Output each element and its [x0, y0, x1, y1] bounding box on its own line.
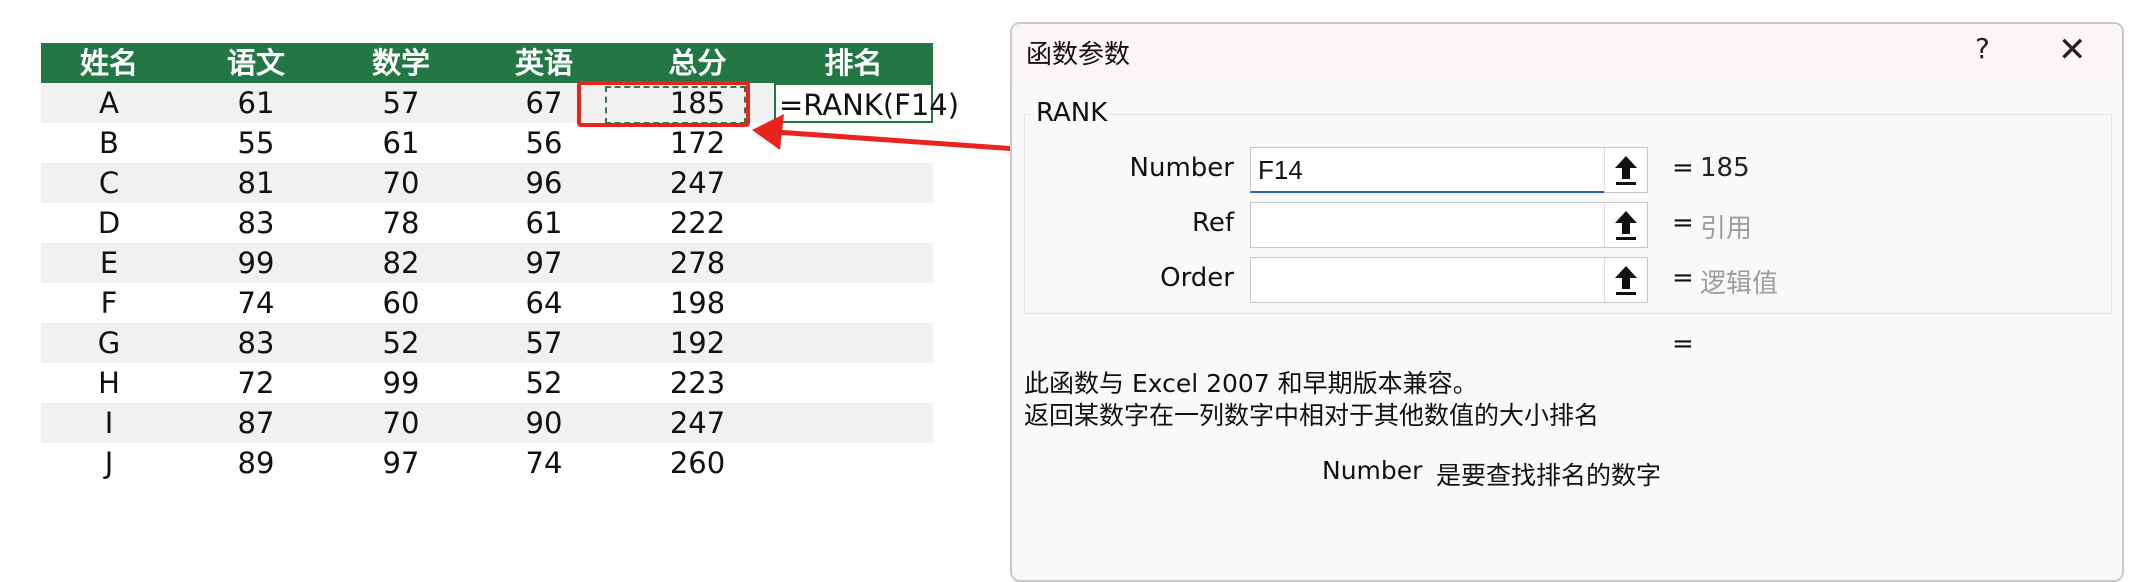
function-name-label: RANK [1034, 98, 1110, 128]
order-ref-button[interactable] [1604, 257, 1648, 303]
arg-result-number: 185 [1700, 153, 1750, 183]
cell[interactable]: 52 [335, 323, 467, 363]
cell[interactable]: 97 [335, 443, 467, 483]
dialog-titlebar[interactable]: 函数参数 ? ✕ [1012, 24, 2122, 84]
cell[interactable]: 99 [335, 363, 467, 403]
dialog-title: 函数参数 [1026, 40, 1131, 70]
cell[interactable]: 70 [335, 403, 467, 443]
cell[interactable]: I [41, 403, 177, 443]
param-help-name: Number [1322, 456, 1423, 485]
cell[interactable]: 247 [621, 163, 774, 203]
close-button[interactable]: ✕ [2058, 30, 2087, 70]
table-row: C 81 70 96 247 [41, 163, 933, 203]
cell[interactable]: 78 [335, 203, 467, 243]
arg-equals: = [1672, 153, 1694, 183]
header-total[interactable]: 总分 [621, 43, 774, 83]
cell[interactable]: 57 [335, 83, 467, 123]
cell[interactable]: 61 [467, 203, 621, 243]
cell[interactable]: A [41, 83, 177, 123]
cell[interactable]: 83 [177, 323, 335, 363]
spreadsheet-table: 姓名 语文 数学 英语 总分 排名 A 61 57 67 185 =RANK(F… [41, 43, 959, 483]
arg-result-ref: 引用 [1700, 214, 1753, 244]
function-description-line1: 此函数与 Excel 2007 和早期版本兼容。 [1024, 369, 1478, 398]
cell[interactable]: 74 [177, 283, 335, 323]
highlight-box [577, 81, 750, 127]
table-row: J 89 97 74 260 [41, 443, 933, 483]
number-ref-button[interactable] [1604, 147, 1648, 193]
cell[interactable]: 57 [467, 323, 621, 363]
cell[interactable]: F [41, 283, 177, 323]
table-row: E 99 82 97 278 [41, 243, 933, 283]
cell[interactable]: 72 [177, 363, 335, 403]
ref-input[interactable] [1250, 202, 1604, 248]
table-row: B 55 61 56 172 [41, 123, 933, 163]
cell[interactable]: E [41, 243, 177, 283]
cell[interactable]: 56 [467, 123, 621, 163]
table-row: A 61 57 67 185 =RANK(F14) [41, 83, 959, 123]
cell[interactable]: H [41, 363, 177, 403]
header-math[interactable]: 数学 [335, 43, 467, 83]
arg-label-order: Order [1160, 263, 1234, 293]
cell[interactable]: C [41, 163, 177, 203]
order-input[interactable] [1250, 257, 1604, 303]
cell[interactable]: 82 [335, 243, 467, 283]
cell[interactable]: J [41, 443, 177, 483]
cell[interactable]: 192 [621, 323, 774, 363]
ref-ref-button[interactable] [1604, 202, 1648, 248]
cell[interactable]: 222 [621, 203, 774, 243]
cell[interactable]: D [41, 203, 177, 243]
table-row: H 72 99 52 223 [41, 363, 933, 403]
cell[interactable]: B [41, 123, 177, 163]
arg-result-order: 逻辑值 [1700, 269, 1779, 299]
cell[interactable]: 278 [621, 243, 774, 283]
cell[interactable]: 74 [467, 443, 621, 483]
header-chinese[interactable]: 语文 [177, 43, 335, 83]
cell[interactable]: 81 [177, 163, 335, 203]
cell[interactable]: 223 [621, 363, 774, 403]
cell[interactable]: 87 [177, 403, 335, 443]
header-row: 姓名 语文 数学 英语 总分 排名 [41, 43, 933, 83]
cell[interactable]: 172 [621, 123, 774, 163]
table-row: I 87 70 90 247 [41, 403, 933, 443]
arg-label-ref: Ref [1191, 208, 1234, 238]
cell[interactable]: 61 [335, 123, 467, 163]
header-rank[interactable]: 排名 [774, 43, 933, 83]
cell[interactable]: 260 [621, 443, 774, 483]
upload-arrow-icon [1615, 266, 1637, 295]
upload-arrow-icon [1615, 156, 1637, 185]
cell[interactable]: 83 [177, 203, 335, 243]
formula-result-equals: = [1672, 329, 1694, 359]
cell[interactable]: 89 [177, 443, 335, 483]
table-row: G 83 52 57 192 [41, 323, 933, 363]
arg-label-number: Number [1129, 153, 1234, 183]
cell[interactable]: 97 [467, 243, 621, 283]
cell[interactable]: 55 [177, 123, 335, 163]
cell[interactable]: 247 [621, 403, 774, 443]
cell[interactable]: 64 [467, 283, 621, 323]
cell[interactable]: 198 [621, 283, 774, 323]
header-english[interactable]: 英语 [467, 43, 621, 83]
cell[interactable]: 70 [335, 163, 467, 203]
arg-equals: = [1672, 208, 1694, 238]
arg-equals: = [1672, 263, 1694, 293]
cell[interactable]: 99 [177, 243, 335, 283]
function-description-line2: 返回某数字在一列数字中相对于其他数值的大小排名 [1024, 401, 1600, 430]
cell[interactable]: 52 [467, 363, 621, 403]
help-button[interactable]: ? [1975, 32, 1990, 65]
param-help-description: 是要查找排名的数字 [1436, 461, 1662, 490]
cell[interactable]: G [41, 323, 177, 363]
function-arguments-dialog: 函数参数 ? ✕ RANK Number F14 = 185 Ref = 引用 … [1010, 22, 2124, 582]
table-row: D 83 78 61 222 [41, 203, 933, 243]
cell[interactable]: 90 [467, 403, 621, 443]
table-row: F 74 60 64 198 [41, 283, 933, 323]
number-input[interactable]: F14 [1250, 147, 1604, 193]
cell[interactable]: 61 [177, 83, 335, 123]
cell[interactable]: 60 [335, 283, 467, 323]
cell[interactable]: 96 [467, 163, 621, 203]
header-name[interactable]: 姓名 [41, 43, 177, 83]
upload-arrow-icon [1615, 211, 1637, 240]
active-formula-cell[interactable]: =RANK(F14) [774, 83, 959, 123]
